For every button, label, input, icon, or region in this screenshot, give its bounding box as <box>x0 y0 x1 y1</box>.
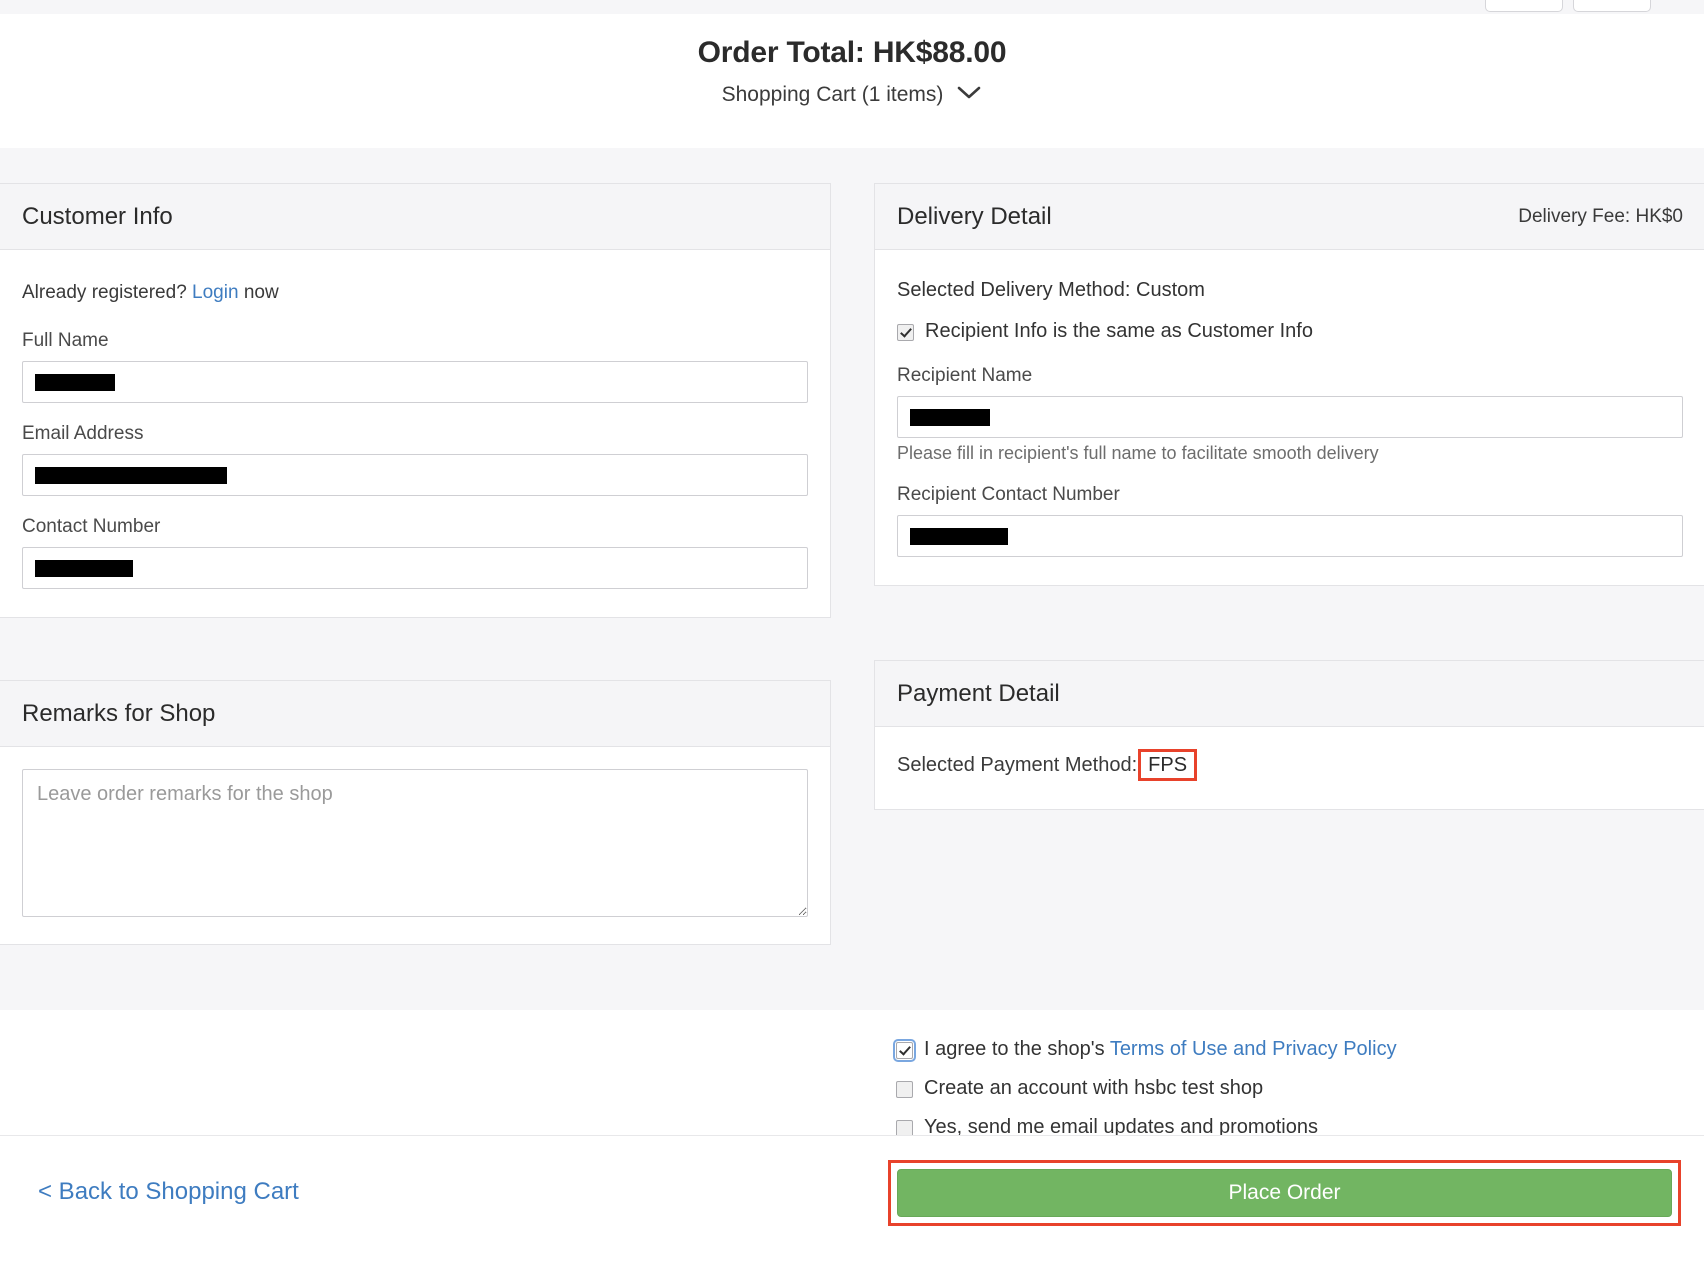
recipient-same-as-customer-checkbox[interactable] <box>897 324 914 341</box>
remarks-title: Remarks for Shop <box>22 699 216 727</box>
login-link[interactable]: Login <box>192 282 239 303</box>
email-address-input[interactable] <box>22 454 808 496</box>
chrome-button-a-glyph: ▬ <box>1512 0 1525 1</box>
contact-number-field: Contact Number <box>22 516 808 589</box>
email-address-field: Email Address <box>22 423 808 496</box>
already-registered-suffix: now <box>243 282 279 303</box>
recipient-name-label: Recipient Name <box>897 365 1033 386</box>
terms-of-use-link[interactable]: Terms of Use and Privacy Policy <box>1110 1038 1397 1060</box>
delivery-detail-header: Delivery Detail Delivery Fee: HK$0 <box>875 184 1704 250</box>
checkout-footer: < Back to Shopping Cart Place Order <box>0 1135 1704 1286</box>
recipient-name-input[interactable] <box>897 396 1683 438</box>
redacted-value <box>35 373 115 391</box>
checkout-page: ▬ ⌄⌄ Order Total: HK$88.00 Shopping Cart… <box>0 0 1704 1286</box>
remarks-header: Remarks for Shop <box>0 681 830 747</box>
agreement-create-account-checkbox[interactable] <box>896 1081 913 1098</box>
already-registered-prefix: Already registered? <box>22 282 187 303</box>
agreement-terms-label: I agree to the shop's Terms of Use and P… <box>924 1038 1397 1061</box>
selected-payment-method-value[interactable]: FPS <box>1138 749 1198 781</box>
chevron-down-icon <box>956 83 982 107</box>
shopping-cart-toggle[interactable]: Shopping Cart (1 items) <box>722 83 983 107</box>
agreement-create-account-row[interactable]: Create an account with hsbc test shop <box>896 1077 1397 1100</box>
payment-detail-body: Selected Payment Method: FPS <box>875 727 1704 809</box>
recipient-contact-label: Recipient Contact Number <box>897 484 1120 505</box>
customer-info-body: Already registered? Login now Full Name … <box>0 250 830 617</box>
redacted-value <box>35 466 227 484</box>
cart-summary-label: Shopping Cart (1 items) <box>721 83 944 106</box>
delivery-detail-body: Selected Delivery Method: Custom Recipie… <box>875 250 1704 585</box>
contact-number-label: Contact Number <box>22 516 161 537</box>
back-to-shopping-cart-link[interactable]: < Back to Shopping Cart <box>38 1178 299 1206</box>
agreement-terms-row[interactable]: I agree to the shop's Terms of Use and P… <box>893 1038 1397 1062</box>
delivery-detail-panel: Delivery Detail Delivery Fee: HK$0 Selec… <box>874 183 1704 586</box>
recipient-contact-input[interactable] <box>897 515 1683 557</box>
place-order-annotation: Place Order <box>888 1160 1681 1226</box>
selected-delivery-method: Selected Delivery Method: Custom <box>897 279 1205 301</box>
remarks-panel: Remarks for Shop <box>0 680 831 945</box>
order-total: Order Total: HK$88.00 <box>697 36 1007 69</box>
email-address-label: Email Address <box>22 423 144 444</box>
agreement-terms-text: I agree to the shop's <box>924 1038 1105 1060</box>
remarks-textarea[interactable] <box>22 769 808 917</box>
selected-payment-method-prefix: Selected Payment Method: <box>897 753 1138 776</box>
place-order-button[interactable]: Place Order <box>897 1169 1672 1217</box>
agreement-terms-checkbox[interactable] <box>893 1039 916 1062</box>
recipient-same-as-customer-row[interactable]: Recipient Info is the same as Customer I… <box>897 320 1683 343</box>
remarks-body <box>0 747 830 944</box>
full-name-field: Full Name <box>22 330 808 403</box>
chrome-button-b-glyph: ⌄⌄ <box>1602 0 1624 1</box>
contact-number-input[interactable] <box>22 547 808 589</box>
payment-detail-title: Payment Detail <box>897 679 1060 707</box>
recipient-same-as-customer-label: Recipient Info is the same as Customer I… <box>925 320 1313 342</box>
customer-info-panel: Customer Info Already registered? Login … <box>0 183 831 618</box>
delivery-detail-title: Delivery Detail <box>897 202 1052 230</box>
order-header: Order Total: HK$88.00 Shopping Cart (1 i… <box>0 14 1704 148</box>
checkout-body: Customer Info Already registered? Login … <box>0 148 1704 1010</box>
redacted-value <box>910 527 1008 545</box>
payment-detail-header: Payment Detail <box>875 661 1704 727</box>
selected-payment-method-row: Selected Payment Method: FPS <box>897 741 1683 791</box>
redacted-value <box>910 408 990 426</box>
customer-info-header: Customer Info <box>0 184 830 250</box>
recipient-name-field: Recipient Name <box>897 365 1683 438</box>
recipient-name-hint: Please fill in recipient's full name to … <box>897 443 1379 463</box>
agreements-section: I agree to the shop's Terms of Use and P… <box>0 1010 1704 1138</box>
agreement-create-account-label: Create an account with hsbc test shop <box>924 1077 1264 1099</box>
delivery-fee-label: Delivery Fee: HK$0 <box>1518 205 1683 227</box>
already-registered-line: Already registered? Login now <box>22 282 808 304</box>
customer-info-title: Customer Info <box>22 202 173 230</box>
redacted-value <box>35 559 133 577</box>
recipient-contact-field: Recipient Contact Number <box>897 484 1683 557</box>
full-name-input[interactable] <box>22 361 808 403</box>
chrome-button-b[interactable] <box>1573 0 1651 12</box>
chrome-button-a[interactable] <box>1485 0 1563 12</box>
top-chrome: ▬ ⌄⌄ <box>0 0 1704 14</box>
payment-detail-panel: Payment Detail Selected Payment Method: … <box>874 660 1704 810</box>
full-name-label: Full Name <box>22 330 109 351</box>
